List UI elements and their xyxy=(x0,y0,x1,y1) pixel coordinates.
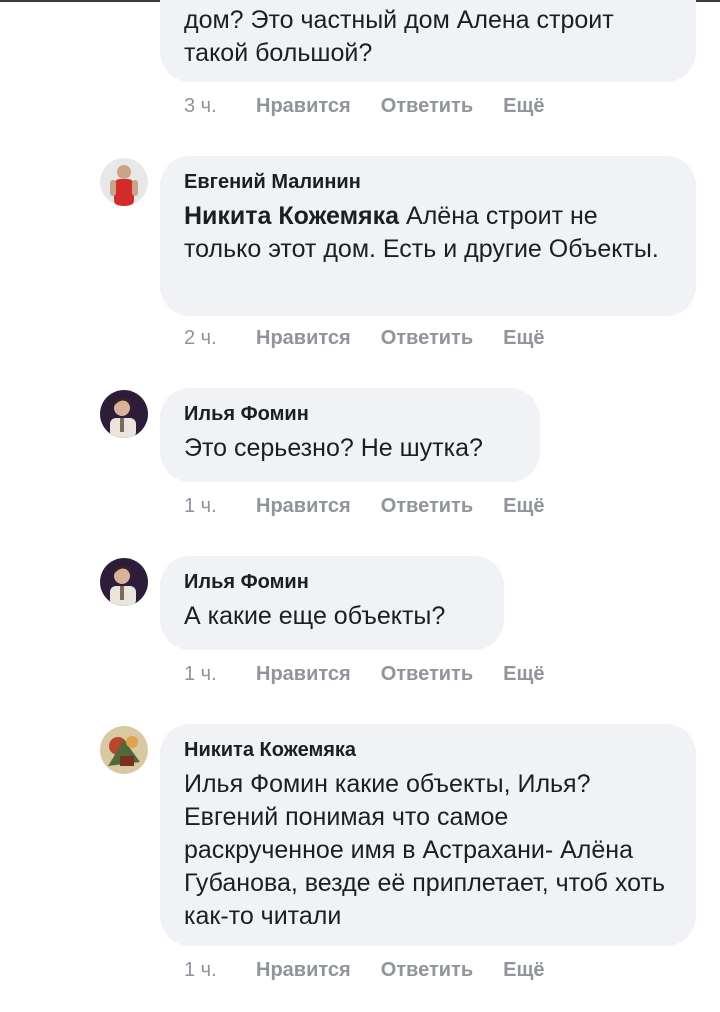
comment-author[interactable]: Илья Фомин xyxy=(184,570,480,594)
comment-text: А какие еще объекты? xyxy=(184,602,446,630)
like-button[interactable]: Нравится xyxy=(256,958,351,982)
avatar[interactable] xyxy=(100,726,148,774)
reply-button[interactable]: Ответить xyxy=(381,494,473,518)
comment-time: 3 ч. xyxy=(184,95,217,117)
comment-bubble: Евгений Малинин Никита Кожемяка Алёна ст… xyxy=(160,156,696,316)
more-button[interactable]: Ещё xyxy=(503,326,544,350)
more-button[interactable]: Ещё xyxy=(503,494,544,518)
reply-button[interactable]: Ответить xyxy=(381,326,473,350)
like-button[interactable]: Нравится xyxy=(256,662,351,686)
avatar[interactable] xyxy=(100,558,148,606)
reply-button[interactable]: Ответить xyxy=(381,958,473,982)
mention-link[interactable]: Никита Кожемяка xyxy=(184,202,399,230)
comment-actions: 1 ч. Нравится Ответить Ещё xyxy=(184,662,574,686)
comment-text: дом? Это частный дом Алена строит такой … xyxy=(184,6,614,67)
like-button[interactable]: Нравится xyxy=(256,94,351,118)
comment-time: 1 ч. xyxy=(184,663,217,685)
comment-author[interactable]: Илья Фомин xyxy=(184,402,516,426)
avatar[interactable] xyxy=(100,390,148,438)
comment-bubble: дом? Это частный дом Алена строит такой … xyxy=(160,0,696,82)
comment-bubble: Никита Кожемяка Илья Фомин какие объекты… xyxy=(160,724,696,946)
comment-time: 2 ч. xyxy=(184,327,217,349)
more-button[interactable]: Ещё xyxy=(503,958,544,982)
comment-text: Илья Фомин какие объекты, Илья? Евгений … xyxy=(184,770,665,930)
comment-text: Никита Кожемяка Алёна строит не только э… xyxy=(184,200,672,266)
avatar-photo xyxy=(100,390,148,438)
avatar[interactable] xyxy=(100,158,148,206)
reply-button[interactable]: Ответить xyxy=(381,94,473,118)
more-button[interactable]: Ещё xyxy=(503,94,544,118)
comment-bubble: Илья Фомин А какие еще объекты? xyxy=(160,556,504,650)
comment-time: 1 ч. xyxy=(184,959,217,981)
comment-author[interactable]: Никита Кожемяка xyxy=(184,738,672,762)
like-button[interactable]: Нравится xyxy=(256,494,351,518)
avatar-photo xyxy=(100,726,148,774)
comment-actions: 3 ч. Нравится Ответить Ещё xyxy=(184,94,574,118)
avatar-photo xyxy=(100,558,148,606)
comment-actions: 1 ч. Нравится Ответить Ещё xyxy=(184,494,574,518)
comment-actions: 1 ч. Нравится Ответить Ещё xyxy=(184,958,574,982)
comment-text: Это серьезно? Не шутка? xyxy=(184,434,483,462)
reply-button[interactable]: Ответить xyxy=(381,662,473,686)
like-button[interactable]: Нравится xyxy=(256,326,351,350)
comment-author[interactable]: Евгений Малинин xyxy=(184,170,672,194)
avatar-photo xyxy=(100,158,148,206)
more-button[interactable]: Ещё xyxy=(503,662,544,686)
comment-actions: 2 ч. Нравится Ответить Ещё xyxy=(184,326,574,350)
comment-time: 1 ч. xyxy=(184,495,217,517)
comment-bubble: Илья Фомин Это серьезно? Не шутка? xyxy=(160,388,540,482)
